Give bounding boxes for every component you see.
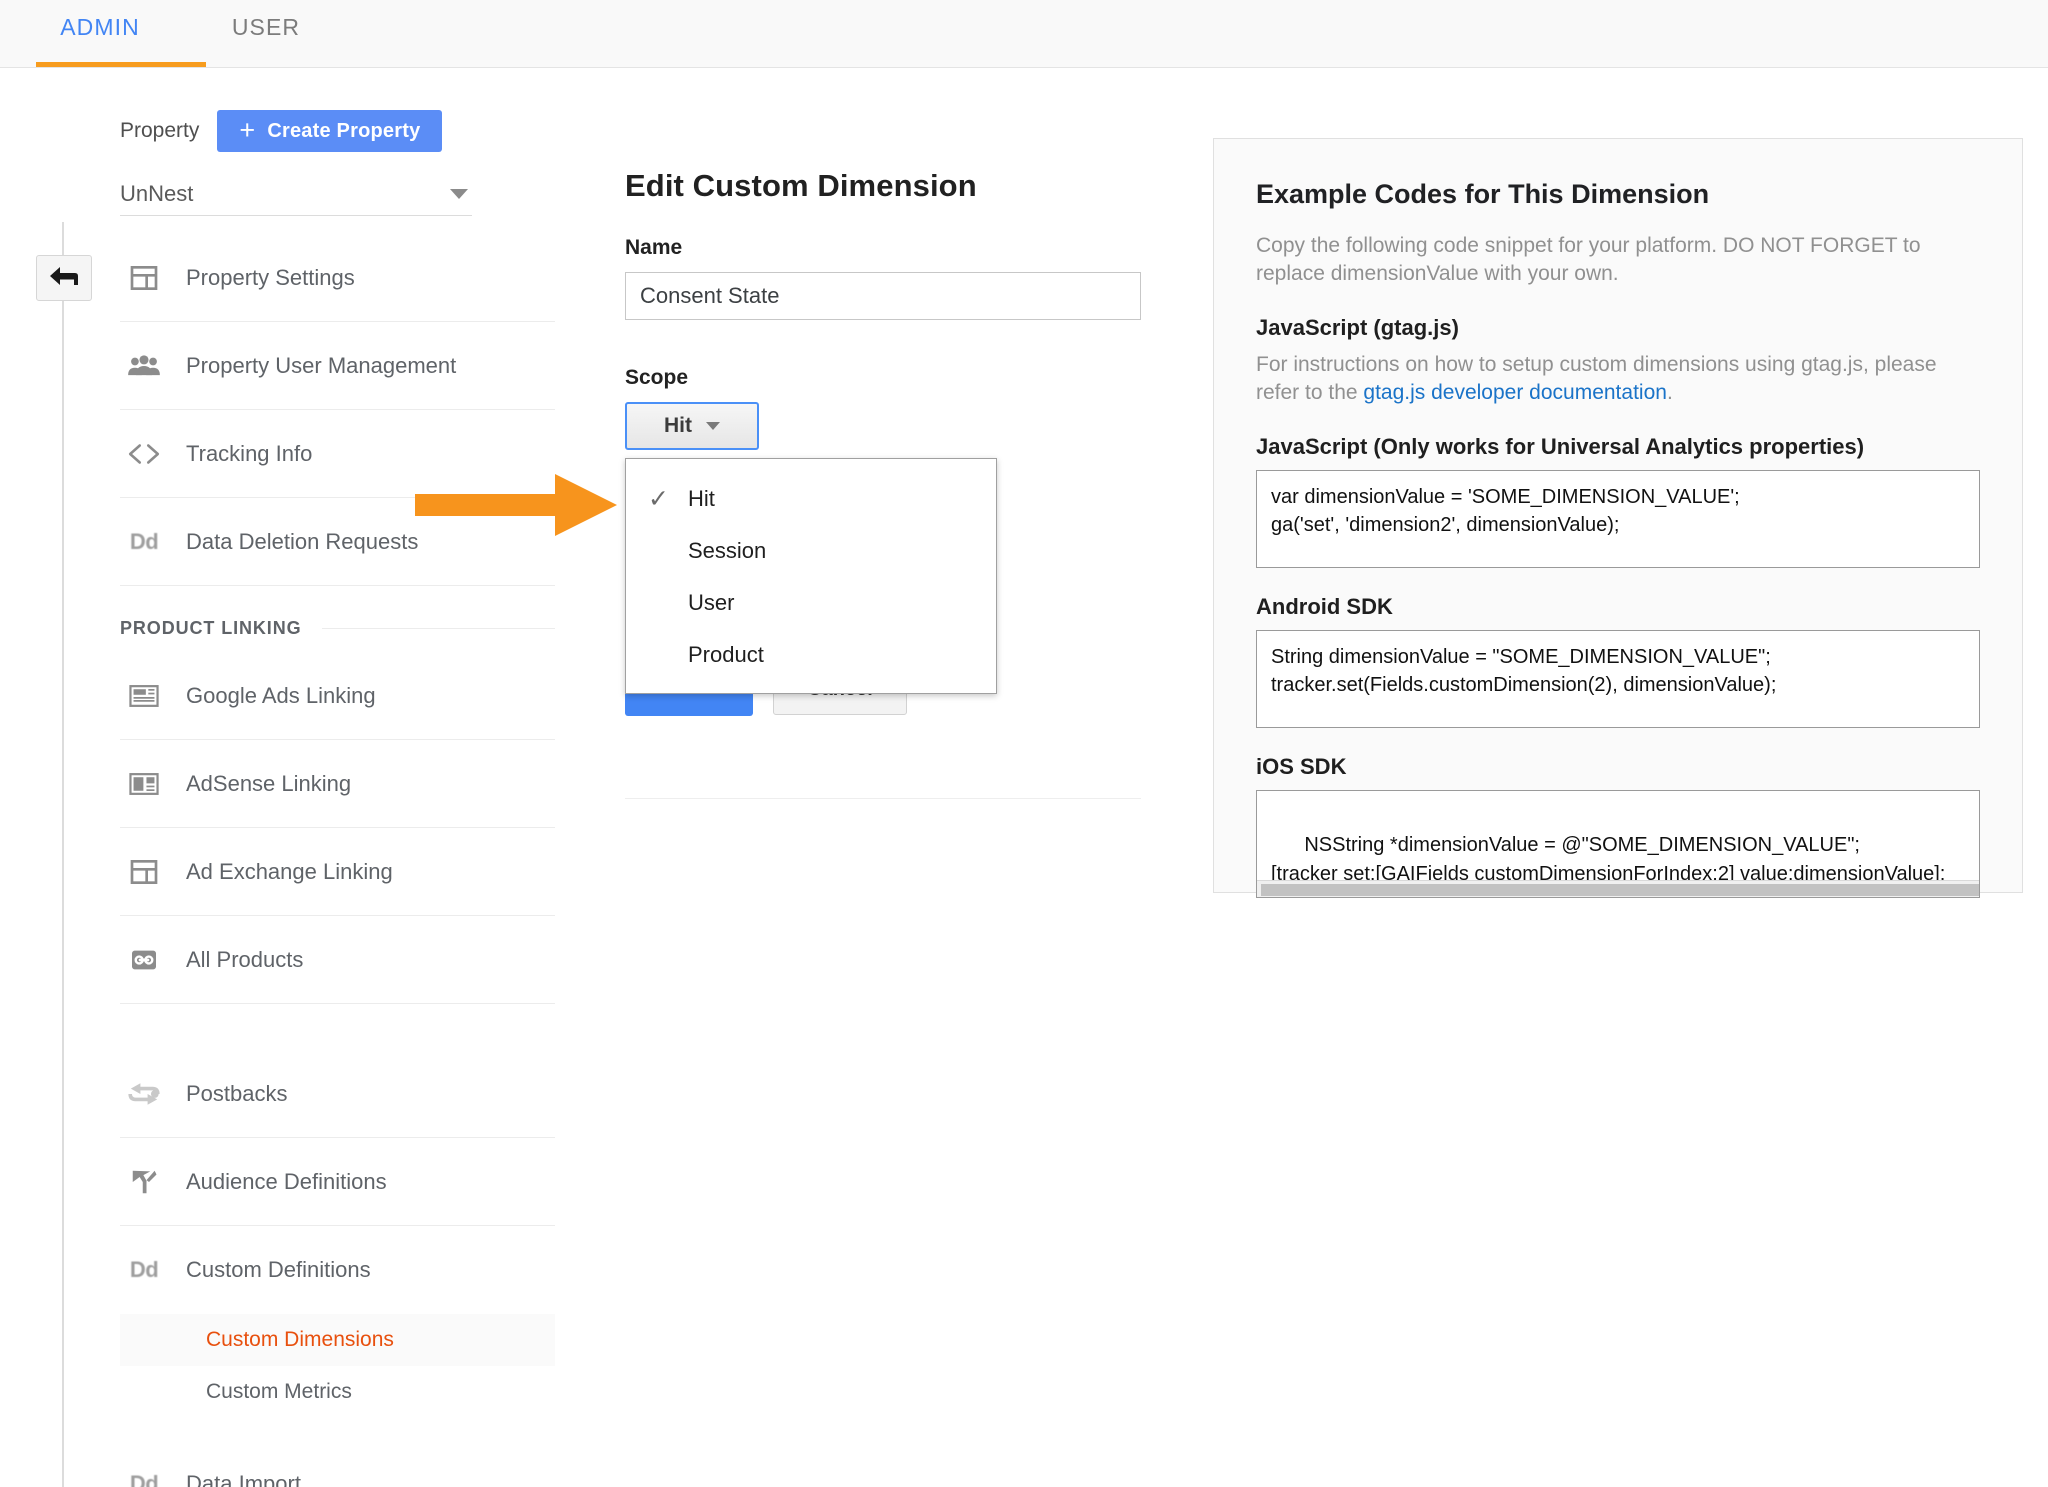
ad-exchange-icon xyxy=(124,856,164,888)
section-header-product-linking: PRODUCT LINKING xyxy=(120,586,555,652)
example-codes-title: Example Codes for This Dimension xyxy=(1256,179,1710,209)
sidebar-item-label: Data Deletion Requests xyxy=(186,528,419,554)
plus-icon: + xyxy=(239,114,256,145)
scope-dropdown-menu: ✓ Hit Session User Product xyxy=(625,458,997,694)
scope-dropdown-hit-option[interactable]: ✓ Hit xyxy=(626,473,996,525)
google-ads-icon xyxy=(124,683,164,709)
tab-user-label: USER xyxy=(231,14,301,40)
scope-option-label: Hit xyxy=(688,486,715,511)
tab-active-underline xyxy=(36,62,206,67)
property-select[interactable]: UnNest xyxy=(120,172,472,216)
sidebar-item-property-user-management[interactable]: Property User Management xyxy=(120,322,555,410)
tab-admin[interactable]: ADMIN xyxy=(36,0,206,67)
scope-option-label: User xyxy=(688,590,735,615)
gtag-note-after: . xyxy=(1666,381,1673,405)
sidebar-item-label: Tracking Info xyxy=(186,440,313,466)
sidebar-subitem-custom-metrics[interactable]: Custom Metrics xyxy=(120,1366,555,1418)
check-icon: ✓ xyxy=(648,484,669,513)
admin-page: ADMIN USER Property + Create Property Un… xyxy=(0,0,2048,1487)
javascript-heading: JavaScript (Only works for Universal Ana… xyxy=(1256,433,1865,459)
tab-admin-label: ADMIN xyxy=(60,14,140,40)
page-title: Edit Custom Dimension xyxy=(625,168,977,203)
gtag-heading: JavaScript (gtag.js) xyxy=(1256,314,1459,340)
sidebar-item-adsense-linking[interactable]: AdSense Linking xyxy=(120,740,555,828)
scope-dropdown-button[interactable]: Hit xyxy=(625,402,759,450)
scope-field-label: Scope xyxy=(625,366,689,389)
edit-custom-dimension-panel: Edit Custom Dimension Name Scope Hit ✓ H… xyxy=(625,168,1145,799)
sidebar-item-custom-definitions[interactable]: Dd Custom Definitions xyxy=(120,1226,555,1314)
property-settings-icon xyxy=(124,262,164,294)
nav-list: Property Settings Property User Manageme… xyxy=(120,234,555,1487)
scope-dropdown-user-option[interactable]: User xyxy=(626,577,996,629)
annotation-arrow xyxy=(415,474,617,536)
sidebar-item-label: Property Settings xyxy=(186,264,355,290)
property-label: Property xyxy=(120,119,200,142)
sidebar-item-ad-exchange-linking[interactable]: Ad Exchange Linking xyxy=(120,828,555,916)
gtag-note: For instructions on how to setup custom … xyxy=(1256,351,1980,408)
dd-icon: Dd xyxy=(129,1470,159,1487)
android-code-block[interactable]: String dimensionValue = "SOME_DIMENSION_… xyxy=(1256,629,1980,728)
name-field-label: Name xyxy=(625,236,683,259)
people-icon xyxy=(124,353,164,379)
scope-option-label: Session xyxy=(688,538,767,563)
back-arrow-icon xyxy=(50,267,78,285)
sidebar-item-property-settings[interactable]: Property Settings xyxy=(120,234,555,322)
sidebar-rail xyxy=(62,222,64,1487)
sidebar-item-audience-definitions[interactable]: Audience Definitions xyxy=(120,1138,555,1226)
panel-divider xyxy=(625,798,1141,799)
sidebar-item-label: Data Import xyxy=(186,1470,301,1487)
sidebar-item-data-import[interactable]: Dd Data Import xyxy=(120,1440,555,1487)
dd-icon: Dd xyxy=(129,1257,159,1282)
name-input[interactable] xyxy=(625,272,1141,320)
ios-sdk-heading: iOS SDK xyxy=(1256,753,1347,779)
adsense-icon xyxy=(124,771,164,797)
section-divider xyxy=(321,627,555,629)
sidebar-item-label: Property User Management xyxy=(186,352,457,378)
sidebar-subitem-custom-dimensions[interactable]: Custom Dimensions xyxy=(120,1314,555,1366)
scope-dropdown-product-option[interactable]: Product xyxy=(626,629,996,681)
ios-code-scrollbar[interactable] xyxy=(1257,879,1979,897)
create-property-label: Create Property xyxy=(267,119,421,142)
sidebar-item-label: Postbacks xyxy=(186,1080,288,1106)
scope-option-label: Product xyxy=(688,642,764,667)
property-sidebar: Property + Create Property UnNest Proper… xyxy=(120,108,555,1487)
example-codes-panel: Example Codes for This Dimension Copy th… xyxy=(1213,138,2023,898)
sidebar-item-all-products[interactable]: All Products xyxy=(120,916,555,1004)
scope-dropdown-value: Hit xyxy=(664,414,692,437)
postbacks-icon xyxy=(124,1079,164,1109)
sidebar-item-label: Audience Definitions xyxy=(186,1168,387,1194)
gtag-developer-documentation-link[interactable]: gtag.js developer documentation xyxy=(1363,381,1667,404)
sidebar-item-label: Custom Definitions xyxy=(186,1257,371,1282)
example-codes-description: Copy the following code snippet for your… xyxy=(1256,234,1921,286)
all-products-icon xyxy=(124,944,164,976)
android-sdk-heading: Android SDK xyxy=(1256,593,1393,619)
chevron-down-icon xyxy=(450,188,468,199)
property-select-value: UnNest xyxy=(120,180,194,206)
javascript-code-block[interactable]: var dimensionValue = 'SOME_DIMENSION_VAL… xyxy=(1256,469,1980,568)
sidebar-item-google-ads-linking[interactable]: Google Ads Linking xyxy=(120,652,555,740)
chevron-down-icon xyxy=(706,422,720,430)
scope-dropdown-session-option[interactable]: Session xyxy=(626,525,996,577)
section-header-label: PRODUCT LINKING xyxy=(120,617,302,638)
create-property-button[interactable]: + Create Property xyxy=(217,110,443,152)
dd-icon: Dd xyxy=(129,528,159,554)
ios-code-text: NSString *dimensionValue = @"SOME_DIMENS… xyxy=(1271,834,1946,885)
sidebar-item-label: Google Ads Linking xyxy=(186,682,376,708)
ios-code-block[interactable]: NSString *dimensionValue = @"SOME_DIMENS… xyxy=(1256,789,1980,898)
top-tab-bar: ADMIN USER xyxy=(0,0,2048,68)
sidebar-item-label: AdSense Linking xyxy=(186,770,352,796)
sidebar-subitem-label: Custom Dimensions xyxy=(206,1328,394,1351)
property-header: Property + Create Property xyxy=(120,108,555,154)
sidebar-item-label: All Products xyxy=(186,946,304,972)
ios-code-scrollbar-thumb[interactable] xyxy=(1261,883,1979,896)
sidebar-item-postbacks[interactable]: Postbacks xyxy=(120,1050,555,1138)
code-brackets-icon xyxy=(124,441,164,467)
sidebar-subitem-label: Custom Metrics xyxy=(206,1380,352,1403)
sidebar-collapse-button[interactable] xyxy=(36,255,92,301)
audience-icon xyxy=(124,1167,164,1197)
tab-user[interactable]: USER xyxy=(214,0,318,41)
sidebar-item-label: Ad Exchange Linking xyxy=(186,858,393,884)
